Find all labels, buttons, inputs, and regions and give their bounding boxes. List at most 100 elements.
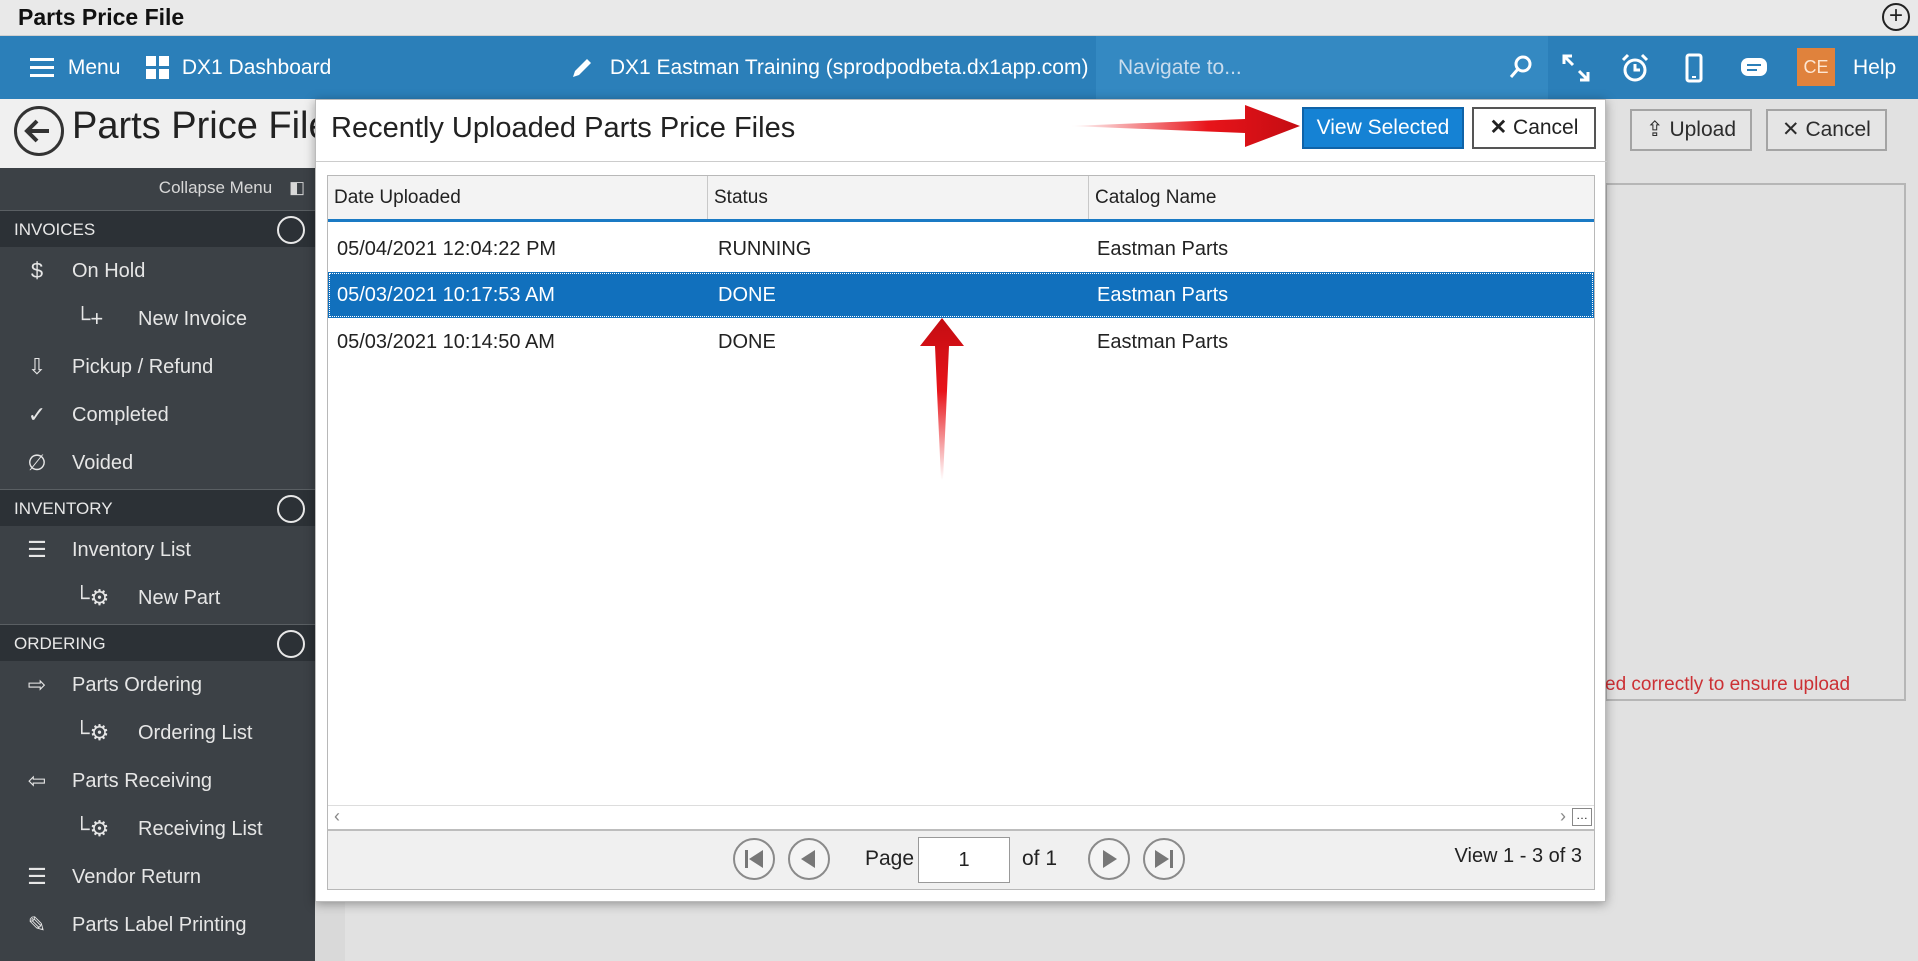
sidebar-item-label: New Invoice [138,308,247,330]
column-header-catalog[interactable]: Catalog Name [1089,176,1594,219]
table-row-selected[interactable]: 05/03/2021 10:17:53 AM DONE Eastman Part… [328,272,1594,318]
dashboard-button[interactable]: DX1 Dashboard [146,36,331,99]
next-page-icon [1103,850,1117,868]
user-avatar[interactable]: CE [1797,48,1835,86]
sidebar-item-ordering-list[interactable]: └⚙ Ordering List [0,711,315,755]
chevron-up-icon[interactable] [277,495,305,523]
sidebar-item-receiving-list[interactable]: └⚙ Receiving List [0,807,315,851]
hamburger-icon [30,58,54,78]
page-number-input[interactable]: 1 [918,837,1010,883]
view-selected-button[interactable]: View Selected [1302,107,1464,149]
fullscreen-icon[interactable] [1560,52,1592,84]
sidebar-item-inventory-list[interactable]: ☰ Inventory List [0,528,315,572]
receiving-icon: ⇦ [27,768,47,793]
annotation-arrow-right-icon [1070,105,1300,147]
back-button[interactable] [14,106,64,156]
sidebar-section-ordering[interactable]: ORDERING [0,624,315,661]
collapse-menu-label: Collapse Menu [158,178,273,197]
window-title: Parts Price File [18,4,185,30]
help-link[interactable]: Help [1853,36,1896,99]
last-page-button[interactable] [1143,838,1185,880]
top-navigation-bar: Menu DX1 Dashboard DX1 Eastman Training … [0,36,1918,99]
cell-date: 05/03/2021 10:17:53 AM [337,284,555,306]
sidebar-item-label: Inventory List [72,539,191,561]
recent-uploads-dialog: Recently Uploaded Parts Price Files View… [315,99,1607,902]
column-header-status[interactable]: Status [708,176,1089,219]
dialog-cancel-label: Cancel [1513,116,1579,139]
dollar-icon: $ [30,258,44,283]
scroll-left-icon[interactable]: ‹ [334,806,340,827]
sidebar-item-new-invoice[interactable]: └+ New Invoice [0,297,315,341]
chevron-up-icon[interactable] [277,216,305,244]
sidebar-item-parts-label-printing[interactable]: ✎ Parts Label Printing [0,903,315,947]
uploads-table: Date Uploaded Status Catalog Name 05/04/… [327,175,1595,890]
sidebar-item-label: Parts Label Printing [72,914,247,936]
sidebar-item-on-hold[interactable]: $ On Hold [0,249,315,293]
chevron-up-icon[interactable] [277,630,305,658]
sidebar-item-label: Parts Ordering [72,674,203,696]
sidebar-item-completed[interactable]: ✓ Completed [0,393,315,437]
sidebar-item-label: New Part [138,587,221,609]
section-title: INVOICES [14,220,96,239]
page-label: Page [865,847,915,870]
dashboard-label: DX1 Dashboard [181,56,332,79]
pencil-icon [573,59,591,78]
dialog-divider [316,161,1607,162]
horizontal-scrollbar[interactable]: ‹ › … [328,805,1594,829]
menu-button[interactable]: Menu [30,36,120,99]
company-label: DX1 Eastman Training (sprodpodbeta.dx1ap… [609,56,1089,79]
previous-page-button[interactable] [788,838,830,880]
sidebar-item-voided[interactable]: ∅ Voided [0,441,315,485]
column-header-date[interactable]: Date Uploaded [328,176,708,219]
dialog-cancel-button[interactable]: ✕ Cancel [1472,107,1596,149]
sidebar-item-pickup-refund[interactable]: ⇩ Pickup / Refund [0,345,315,389]
more-icon[interactable]: … [1572,808,1592,826]
cell-catalog: Eastman Parts [1097,331,1229,353]
next-page-button[interactable] [1088,838,1130,880]
sidebar-item-parts-ordering[interactable]: ⇨ Parts Ordering [0,663,315,707]
company-selector[interactable]: DX1 Eastman Training (sprodpodbeta.dx1ap… [570,36,1088,99]
section-title: ORDERING [14,634,106,653]
dialog-title: Recently Uploaded Parts Price Files [331,112,796,144]
void-icon: ∅ [27,450,47,475]
table-header: Date Uploaded Status Catalog Name [328,176,1594,222]
sidebar-item-vendor-return[interactable]: ☰ Vendor Return [0,855,315,899]
collapse-menu-button[interactable]: Collapse Menu ◧ [159,178,305,198]
scroll-right-icon[interactable]: › [1560,806,1566,827]
gear-icon: └⚙ [74,816,110,841]
window-title-bar: Parts Price File + [0,0,1918,36]
page-total: of 1 [1022,847,1058,870]
first-page-button[interactable] [733,838,775,880]
ordering-icon: ⇨ [27,672,47,697]
sidebar-item-label: Vendor Return [72,866,201,888]
mobile-phone-icon[interactable] [1678,52,1710,84]
first-page-icon [745,850,763,868]
sidebar-section-inventory[interactable]: INVENTORY [0,489,315,526]
gear-icon: └⚙ [74,720,110,745]
previous-page-icon [801,850,815,868]
sidebar-section-invoices[interactable]: INVOICES [0,210,315,247]
cell-status: DONE [718,284,776,306]
sidebar-item-parts-receiving[interactable]: ⇦ Parts Receiving [0,759,315,803]
annotation-arrow-up-icon [920,318,964,480]
label-icon: ✎ [27,912,47,937]
sidebar-item-new-part[interactable]: └⚙ New Part [0,576,315,620]
sidebar: Collapse Menu ◧ INVOICES $ On Hold └+ Ne… [0,168,315,961]
alarm-clock-icon[interactable] [1619,52,1651,84]
navigate-placeholder: Navigate to... [1118,56,1242,79]
navigate-search-box[interactable]: Navigate to... [1096,36,1548,99]
add-icon[interactable]: + [1882,3,1910,31]
gear-icon: └⚙ [74,585,110,610]
chat-icon[interactable] [1738,52,1770,84]
pager: Page 1 of 1 View 1 - 3 of 3 [328,829,1594,889]
arrow-left-icon [24,119,49,143]
cell-status: DONE [718,331,776,353]
menu-label: Menu [67,56,121,79]
check-icon: ✓ [27,402,47,427]
table-row[interactable]: 05/04/2021 12:04:22 PM RUNNING Eastman P… [328,226,1594,272]
record-count: View 1 - 3 of 3 [1454,845,1582,867]
grid-icon [146,56,169,80]
search-icon[interactable] [1508,54,1534,80]
section-title: INVENTORY [14,499,113,518]
sidebar-item-label: Pickup / Refund [72,356,214,378]
